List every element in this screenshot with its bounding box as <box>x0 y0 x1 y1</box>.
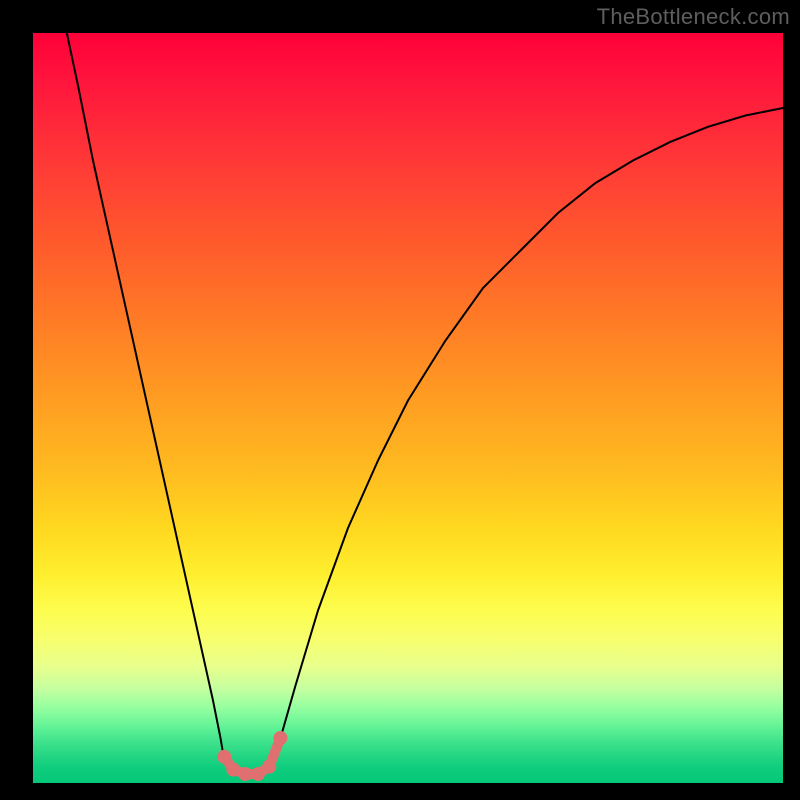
curve-left-arm <box>67 33 225 761</box>
curve-right-arm <box>281 108 784 738</box>
marker-dot <box>238 767 252 781</box>
marker-dot <box>274 731 288 745</box>
watermark-text: TheBottleneck.com <box>597 4 790 30</box>
marker-dot <box>226 763 240 777</box>
marker-dot <box>217 750 231 764</box>
chart-svg <box>33 33 783 783</box>
plot-area <box>33 33 783 783</box>
outer-frame: TheBottleneck.com <box>0 0 800 800</box>
marker-dot <box>262 760 276 774</box>
